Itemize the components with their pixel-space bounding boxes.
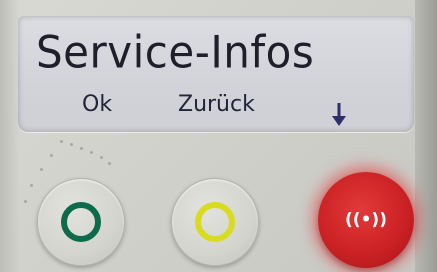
broadcast-signal-icon: ((•)) — [345, 210, 387, 230]
softkey-ok-label: Ok — [82, 92, 113, 117]
device-shell — [0, 0, 20, 272]
display-title: Service-Infos — [36, 26, 315, 79]
ok-button[interactable] — [37, 178, 125, 266]
yellow-ring-icon — [195, 202, 235, 242]
back-button[interactable] — [171, 178, 259, 266]
arrow-down-icon — [332, 103, 346, 126]
softkey-back-label: Zurück — [178, 92, 255, 117]
device-frame-edge — [415, 0, 437, 272]
emergency-call-button[interactable]: ((•)) — [318, 172, 414, 268]
green-ring-icon — [61, 202, 101, 242]
